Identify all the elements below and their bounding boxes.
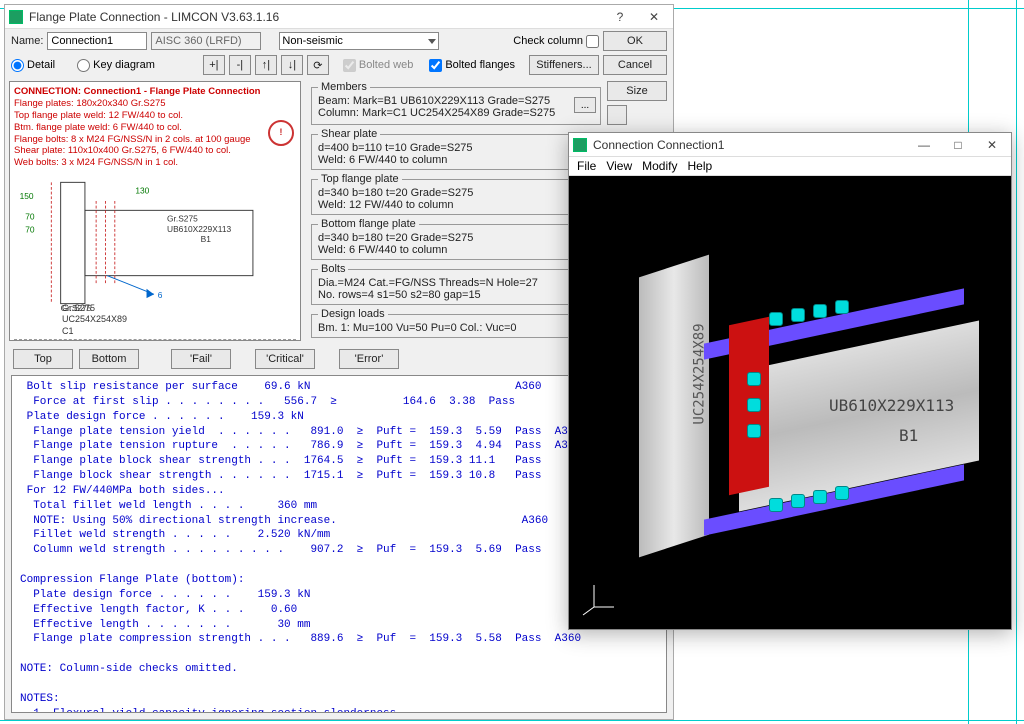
app-icon [9, 10, 23, 24]
chevron-down-icon [428, 39, 436, 44]
window-title: Flange Plate Connection - LIMCON V3.63.1… [29, 10, 605, 24]
viewer-menubar: File View Modify Help [569, 157, 1011, 176]
size-aux-button[interactable] [607, 105, 627, 125]
members-edit-button[interactable]: ... [574, 97, 596, 113]
svg-text:B1: B1 [201, 234, 212, 244]
bolt-icon [769, 498, 783, 512]
ok-button[interactable]: OK [603, 31, 667, 51]
bolt-icon [747, 424, 761, 438]
beam-label: UB610X229X113 [829, 396, 954, 415]
members-group: Members ... Beam: Mark=B1 UB610X229X113 … [311, 81, 601, 125]
menu-file[interactable]: File [577, 159, 596, 173]
svg-text:Gr.S275: Gr.S275 [61, 303, 92, 313]
name-input[interactable] [47, 32, 147, 50]
connection-diagram: 150 70 70 130 Gr.S275 UB610X229X113 B1 G… [14, 173, 285, 313]
bolt-icon [835, 300, 849, 314]
summary-pane: CONNECTION: Connection1 - Flange Plate C… [5, 77, 305, 345]
fail-button[interactable]: 'Fail' [171, 349, 231, 369]
svg-text:UB610X229X113: UB610X229X113 [167, 224, 231, 234]
summary-header: CONNECTION: Connection1 - Flange Plate C… [14, 86, 296, 98]
bolted-flanges-checkbox[interactable]: Bolted flanges [429, 59, 515, 72]
down-button[interactable]: ↓| [281, 55, 303, 75]
critical-button[interactable]: 'Critical' [255, 349, 315, 369]
top-button[interactable]: Top [13, 349, 73, 369]
beam-b1-label: B1 [899, 426, 918, 445]
svg-text:70: 70 [25, 225, 35, 235]
titlebar: Flange Plate Connection - LIMCON V3.63.1… [5, 5, 673, 29]
bolted-web-checkbox: Bolted web [343, 59, 413, 72]
menu-view[interactable]: View [606, 159, 632, 173]
svg-text:6: 6 [158, 290, 163, 300]
bottom-button[interactable]: Bottom [79, 349, 139, 369]
viewer-close-button[interactable]: ✕ [977, 135, 1007, 155]
bolt-icon [835, 486, 849, 500]
close-button[interactable]: ✕ [639, 7, 669, 27]
viewer-icon [573, 138, 587, 152]
keydiagram-radio[interactable]: Key diagram [77, 59, 155, 72]
add-button[interactable]: +| [203, 55, 225, 75]
cancel-button[interactable]: Cancel [603, 55, 667, 75]
seismic-select[interactable]: Non-seismic [279, 32, 439, 50]
viewer-maximize-button[interactable]: □ [943, 135, 973, 155]
size-button[interactable]: Size [607, 81, 667, 101]
viewer-window: Connection Connection1 — □ ✕ File View M… [568, 132, 1012, 630]
remove-button[interactable]: -| [229, 55, 251, 75]
menu-help[interactable]: Help [687, 159, 712, 173]
svg-text:Gr.S275: Gr.S275 [167, 214, 198, 224]
viewer-title: Connection Connection1 [593, 138, 909, 152]
detail-radio[interactable]: Detail [11, 59, 55, 72]
stiffeners-button[interactable]: Stiffeners... [529, 55, 599, 75]
menu-modify[interactable]: Modify [642, 159, 677, 173]
seismic-value: Non-seismic [282, 35, 343, 47]
bolt-icon [747, 398, 761, 412]
column-label: UC254X254X89 [692, 323, 708, 424]
warning-icon: ! [268, 120, 294, 146]
up-button[interactable]: ↑| [255, 55, 277, 75]
refresh-button[interactable]: ⟳ [307, 55, 329, 75]
summary-box: CONNECTION: Connection1 - Flange Plate C… [9, 81, 301, 341]
bolt-icon [769, 312, 783, 326]
svg-text:130: 130 [135, 186, 149, 196]
viewer-canvas[interactable]: UC254X254X89 UB610X229X113 B1 [569, 176, 1011, 629]
svg-text:70: 70 [25, 212, 35, 222]
viewer-minimize-button[interactable]: — [909, 135, 939, 155]
bolt-icon [791, 494, 805, 508]
axis-indicator [579, 577, 619, 619]
bolt-icon [747, 372, 761, 386]
check-column-checkbox[interactable]: Check column [513, 35, 599, 48]
bolt-icon [813, 304, 827, 318]
code-input [151, 32, 261, 50]
help-button[interactable]: ? [605, 7, 635, 27]
error-button[interactable]: 'Error' [339, 349, 399, 369]
name-label: Name: [11, 35, 43, 47]
bolt-icon [791, 308, 805, 322]
svg-text:150: 150 [20, 191, 34, 201]
bolt-icon [813, 490, 827, 504]
